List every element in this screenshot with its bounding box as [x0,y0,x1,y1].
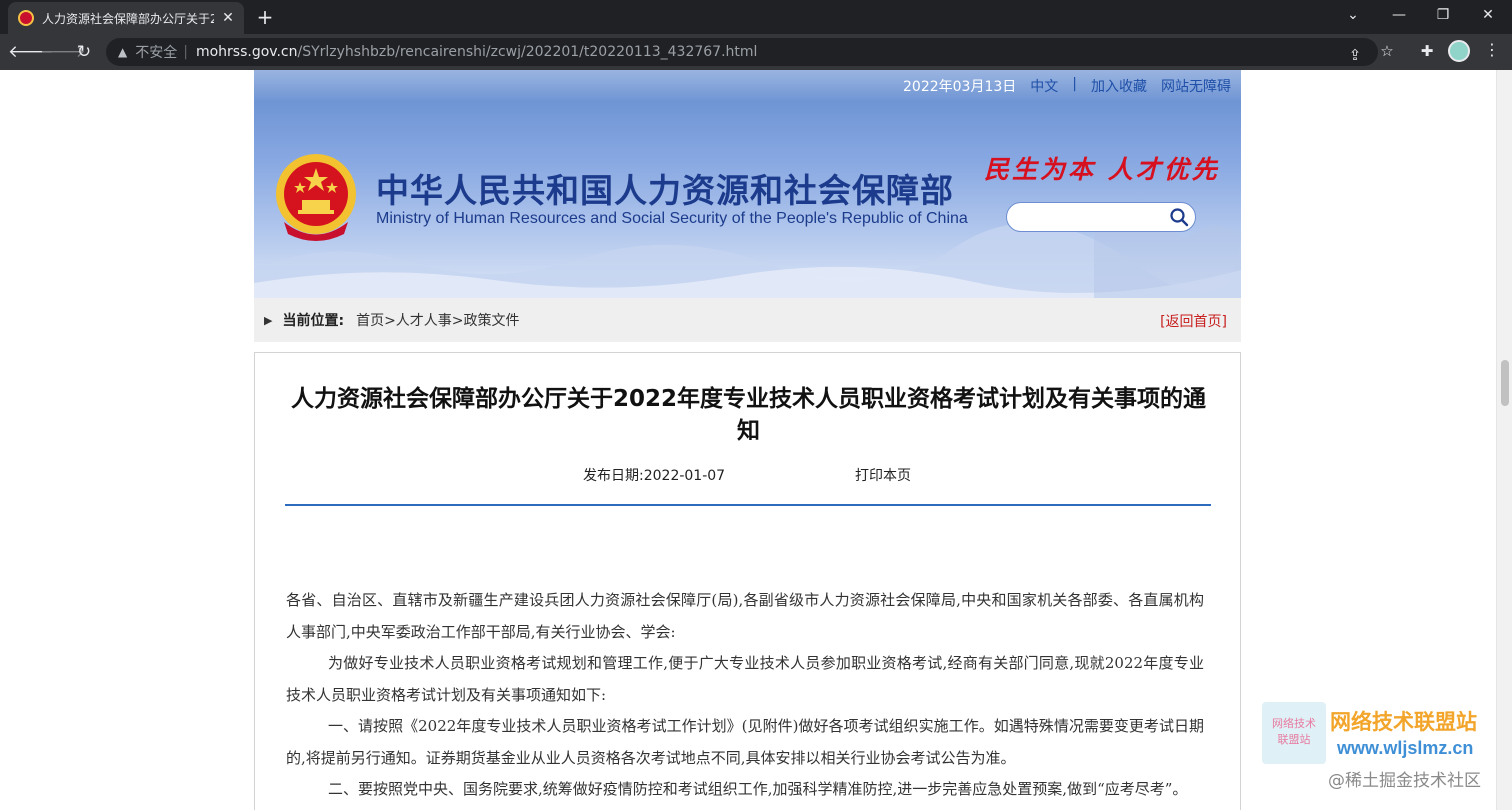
breadcrumb-label: 当前位置: [282,313,345,329]
browser-tab-active[interactable]: 人力资源社会保障部办公厅关于2 ✕ [8,2,244,34]
extensions-icon[interactable]: ✚ [1416,40,1438,62]
reload-icon[interactable]: ↻ [72,40,96,64]
article-paragraph: 二、要按照党中央、国务院要求,统筹做好疫情防控和考试组织工作,加强科学精准防控,… [328,780,1188,798]
tab-search-chevron-icon[interactable]: ⌄ [1330,0,1376,30]
national-emblem-favicon-icon [18,10,34,26]
article-paragraph: 各省、自治区、直辖市及新疆生产建设兵团人力资源社会保障厅(局),各副省级市人力资… [286,591,1204,641]
page-viewport: 2022年03月13日 中文 | 加入收藏 网站无障碍 中华人民共和国人力资源和… [0,70,1496,810]
new-tab-button[interactable]: + [254,6,276,28]
minimize-button[interactable]: — [1376,0,1422,30]
site-header: 2022年03月13日 中文 | 加入收藏 网站无障碍 中华人民共和国人力资源和… [254,70,1241,298]
breadcrumb-arrow-icon: ▶ [264,313,273,327]
watermark-url: www.wljslmz.cn [1337,738,1474,758]
watermark-logo-line1: 网络技术 [1272,717,1316,730]
back-home-link[interactable]: [返回首页] [1160,311,1227,331]
scrollbar-thumb[interactable] [1501,360,1509,406]
topbar-divider: | [1072,76,1077,92]
language-link[interactable]: 中文 [1030,76,1058,96]
slogan: 民生为本 人才优先 [984,155,1220,184]
watermark-logo: 网络技术 联盟站 [1262,702,1326,764]
close-tab-icon[interactable]: ✕ [220,10,236,26]
title-divider [285,504,1211,506]
star-icon[interactable]: ☆ [1376,40,1398,62]
add-bookmark-link[interactable]: 加入收藏 [1091,76,1147,96]
url-path[interactable]: /SYrlzyhshbzb/rencairenshi/zcwj/202201/t… [298,44,758,60]
ministry-title-cn: 中华人民共和国人力资源和社会保障部 [376,171,954,210]
close-window-button[interactable]: ✕ [1465,0,1511,30]
watermark-community: @稀土掘金技术社区 [1328,771,1481,791]
omnibox-separator: | [183,44,188,60]
url-host[interactable]: mohrss.gov.cn [196,44,298,60]
profile-avatar[interactable] [1448,40,1470,62]
print-page-link[interactable]: 打印本页 [855,465,911,485]
search-input[interactable] [1017,206,1167,228]
site-search [1006,202,1196,232]
article-panel: 人力资源社会保障部办公厅关于2022年度专业技术人员职业资格考试计划及有关事项的… [254,352,1241,810]
national-emblem-icon [276,154,356,241]
restore-button[interactable]: ❐ [1420,0,1466,30]
breadcrumb: ▶ 当前位置: 首页>人才人事>政策文件 [返回首页] [254,298,1241,342]
browser-toolbar: 🡐 🡒 ↻ ▲ 不安全 | mohrss.gov.cn/SYrlzyhshbzb… [0,34,1512,70]
ministry-title-en: Ministry of Human Resources and Social S… [376,210,968,227]
header-topbar: 2022年03月13日 中文 | 加入收藏 网站无障碍 [903,76,1231,96]
breadcrumb-path[interactable]: 首页>人才人事>政策文件 [356,310,519,330]
page-scrollbar[interactable] [1496,70,1512,810]
tab-title: 人力资源社会保障部办公厅关于2 [42,11,214,26]
article-body: 各省、自治区、直辖市及新疆生产建设兵团人力资源社会保障厅(局),各副省级市人力资… [286,585,1204,806]
current-date: 2022年03月13日 [903,79,1017,95]
insecure-label[interactable]: 不安全 [135,42,177,62]
article-title: 人力资源社会保障部办公厅关于2022年度专业技术人员职业资格考试计划及有关事项的… [290,386,1206,444]
watermark-name: 网络技术联盟站 [1330,710,1477,734]
warning-icon[interactable]: ▲ [118,45,127,59]
back-icon[interactable]: 🡐 [8,40,54,64]
forward-icon[interactable]: 🡒 [40,40,86,64]
address-bar[interactable]: ▲ 不安全 | mohrss.gov.cn/SYrlzyhshbzb/renca… [106,38,1378,66]
search-icon[interactable] [1169,207,1189,227]
tab-strip: 人力资源社会保障部办公厅关于2 ✕ + ⌄ — ❐ ✕ [0,0,1512,34]
article-paragraph: 一、请按照《2022年度专业技术人员职业资格考试工作计划》(见附件)做好各项考试… [286,717,1204,767]
accessibility-link[interactable]: 网站无障碍 [1161,76,1231,96]
publish-date: 发布日期:2022-01-07 [583,468,726,484]
watermark-logo-line2: 联盟站 [1277,733,1311,746]
share-icon[interactable]: ⇪ [1344,44,1366,66]
menu-icon[interactable]: ⋮ [1482,40,1502,59]
article-paragraph: 为做好专业技术人员职业资格考试规划和管理工作,便于广大专业技术人员参加职业资格考… [286,654,1204,704]
